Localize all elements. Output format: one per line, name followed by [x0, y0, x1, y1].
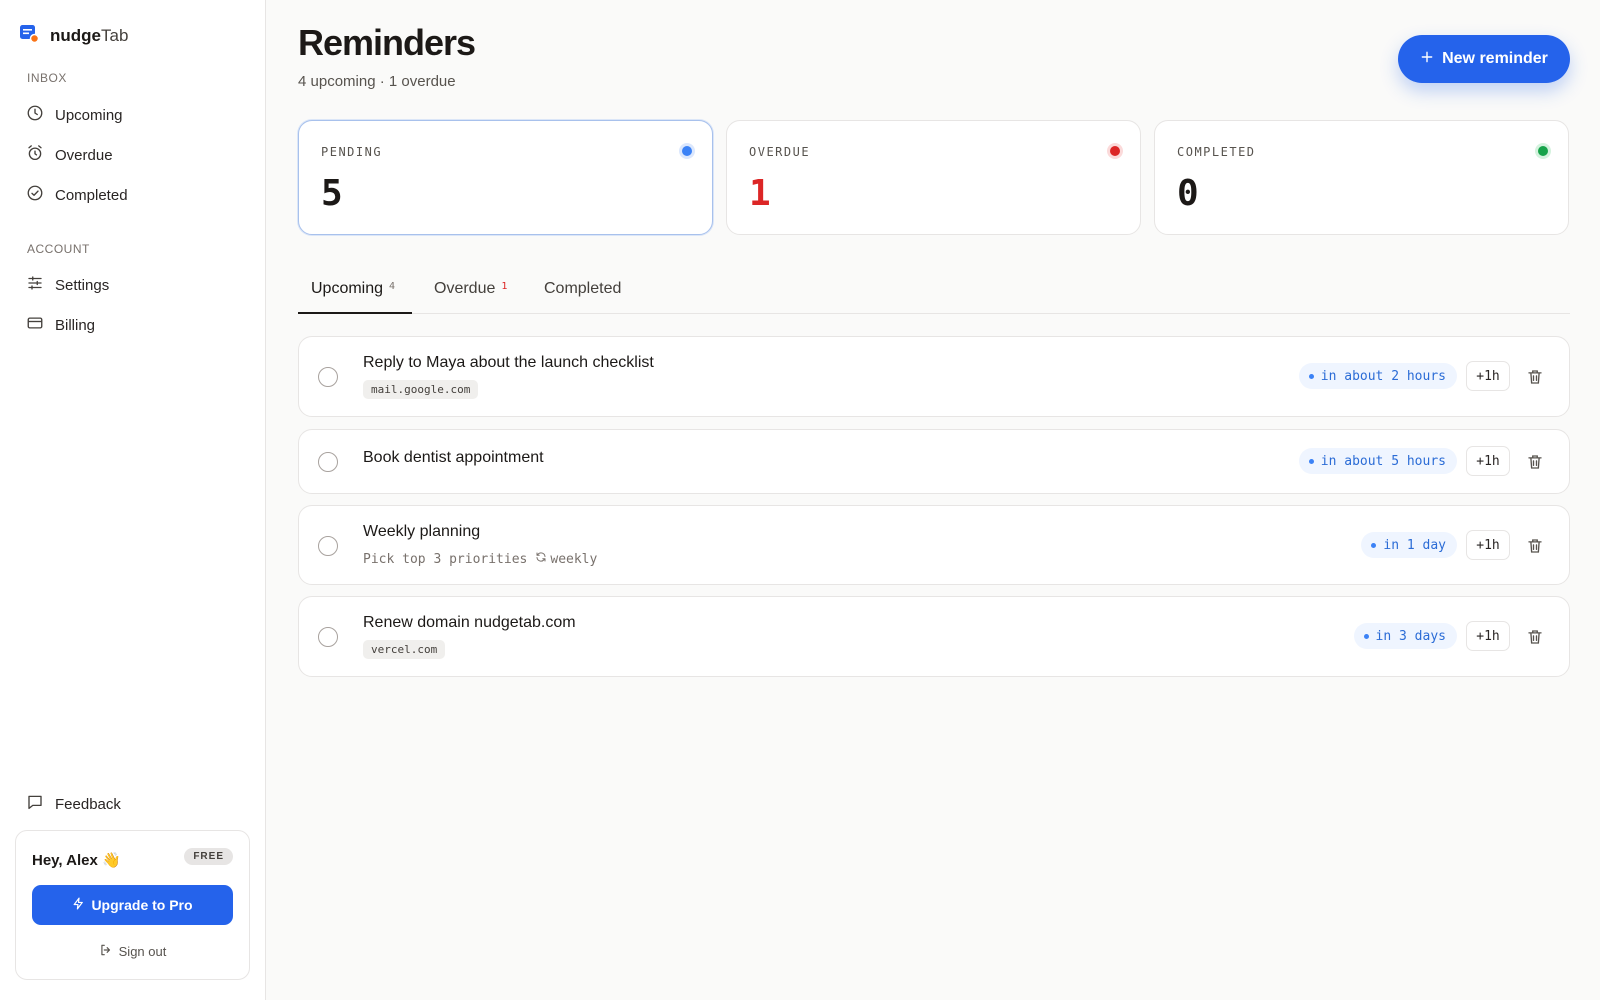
brand[interactable]: nudgeTab	[18, 22, 128, 49]
repeat-label: weekly	[550, 551, 598, 567]
tab-label: Upcoming	[311, 280, 384, 297]
reminder-title: Weekly planning	[363, 523, 481, 540]
reminder-title: Reply to Maya about the launch checklist	[363, 354, 654, 371]
sidebar: nudgeTab INBOX Upcoming Overdue Complete…	[0, 0, 266, 1000]
due-badge: in 3 days	[1353, 623, 1457, 649]
log-out-icon	[99, 943, 113, 960]
sidebar-item-label: Upcoming	[55, 106, 123, 124]
tab-count: 4	[389, 281, 396, 292]
complete-checkbox[interactable]	[318, 452, 338, 472]
complete-checkbox[interactable]	[318, 627, 338, 647]
trash-icon[interactable]	[1526, 537, 1544, 555]
nudgetab-logo-icon	[18, 22, 40, 49]
source-tag: mail.google.com	[363, 380, 479, 399]
reminder-row[interactable]: Weekly planning Pick top 3 priorities we…	[298, 505, 1570, 585]
status-dot	[1538, 146, 1548, 156]
reminder-title: Book dentist appointment	[363, 449, 544, 466]
account-section-label: ACCOUNT	[27, 242, 90, 256]
trash-icon[interactable]	[1526, 628, 1544, 646]
due-dot	[1308, 458, 1314, 464]
repeat-icon	[535, 551, 547, 567]
due-badge: in 1 day	[1361, 532, 1457, 558]
reminder-row[interactable]: Book dentist appointment in about 5 hour…	[298, 429, 1570, 494]
repeat-indicator: weekly	[535, 551, 597, 567]
upgrade-button[interactable]: Upgrade to Pro	[32, 885, 233, 925]
clock-icon	[26, 104, 44, 126]
check-circle-icon	[26, 184, 44, 206]
stat-value: 0	[1177, 173, 1199, 214]
reminder-row[interactable]: Reply to Maya about the launch checklist…	[298, 336, 1570, 417]
due-label: in 3 days	[1375, 628, 1446, 644]
stat-card-overdue: OVERDUE 1	[726, 120, 1141, 235]
due-badge: in about 2 hours	[1298, 363, 1457, 389]
new-reminder-button[interactable]: New reminder	[1398, 35, 1570, 83]
feedback-label: Feedback	[55, 795, 121, 813]
complete-checkbox[interactable]	[318, 536, 338, 556]
upgrade-label: Upgrade to Pro	[91, 897, 193, 913]
source-tag: vercel.com	[363, 640, 446, 659]
due-dot	[1371, 542, 1377, 548]
user-card: Hey, Alex 👋 FREE Upgrade to Pro Sign out	[15, 830, 250, 980]
sidebar-item-completed[interactable]: Completed	[26, 180, 246, 210]
tab-count: 1	[501, 281, 508, 292]
inbox-section-label: INBOX	[27, 71, 67, 85]
status-dot	[682, 146, 692, 156]
page-subtitle: 4 upcoming · 1 overdue	[298, 73, 456, 90]
reminder-row[interactable]: Renew domain nudgetab.com vercel.com in …	[298, 596, 1570, 677]
status-dot	[1110, 146, 1120, 156]
sliders-icon	[26, 274, 44, 296]
stat-value: 1	[749, 173, 771, 214]
due-label: in about 2 hours	[1320, 368, 1446, 384]
snooze-button[interactable]: +1h	[1466, 621, 1510, 651]
user-greeting: Hey, Alex 👋	[32, 852, 121, 869]
stat-label: PENDING	[321, 145, 383, 159]
sidebar-item-label: Settings	[55, 276, 110, 294]
due-badge: in about 5 hours	[1298, 448, 1457, 474]
snooze-button[interactable]: +1h	[1466, 446, 1510, 476]
stat-card-pending: PENDING 5	[298, 120, 713, 235]
due-dot	[1308, 373, 1314, 379]
page-title: Reminders	[298, 22, 476, 63]
plus-icon	[1420, 50, 1434, 69]
due-label: in about 5 hours	[1320, 453, 1446, 469]
plan-badge: FREE	[184, 848, 233, 865]
trash-icon[interactable]	[1526, 453, 1544, 471]
trash-icon[interactable]	[1526, 368, 1544, 386]
tab-overdue[interactable]: Overdue 1	[434, 268, 507, 314]
tab-label: Overdue	[434, 280, 496, 297]
sign-out-link[interactable]: Sign out	[16, 943, 249, 960]
sidebar-item-upcoming[interactable]: Upcoming	[26, 100, 246, 130]
tab-upcoming[interactable]: Upcoming 4	[298, 268, 412, 314]
tab-completed[interactable]: Completed	[544, 268, 621, 314]
tab-bar: Upcoming 4 Overdue 1 Completed	[298, 268, 1570, 314]
tab-label: Completed	[544, 280, 622, 297]
sign-out-label: Sign out	[118, 944, 167, 959]
note-text: Pick top 3 priorities	[363, 551, 528, 567]
brand-name: nudgeTab	[50, 25, 129, 45]
stat-card-completed: COMPLETED 0	[1154, 120, 1569, 235]
complete-checkbox[interactable]	[318, 367, 338, 387]
sidebar-item-overdue[interactable]: Overdue	[26, 140, 246, 170]
due-dot	[1363, 633, 1369, 639]
reminder-title: Renew domain nudgetab.com	[363, 614, 576, 631]
lightning-icon	[72, 897, 85, 913]
main-content: Reminders 4 upcoming · 1 overdue New rem…	[298, 0, 1570, 1000]
alarm-icon	[26, 144, 44, 166]
message-square-icon	[26, 793, 44, 815]
sidebar-item-label: Billing	[55, 316, 96, 334]
sidebar-item-label: Completed	[55, 186, 128, 204]
snooze-button[interactable]: +1h	[1466, 530, 1510, 560]
stat-label: COMPLETED	[1177, 145, 1256, 159]
due-label: in 1 day	[1383, 537, 1446, 553]
stat-value: 5	[321, 173, 343, 214]
stat-label: OVERDUE	[749, 145, 811, 159]
sidebar-item-billing[interactable]: Billing	[26, 310, 246, 340]
credit-card-icon	[26, 314, 44, 336]
reminder-note: Pick top 3 priorities weekly	[363, 551, 597, 567]
new-reminder-label: New reminder	[1442, 50, 1548, 67]
snooze-button[interactable]: +1h	[1466, 361, 1510, 391]
sidebar-item-settings[interactable]: Settings	[26, 270, 246, 300]
sidebar-item-label: Overdue	[55, 146, 113, 164]
feedback-link[interactable]: Feedback	[26, 789, 246, 819]
